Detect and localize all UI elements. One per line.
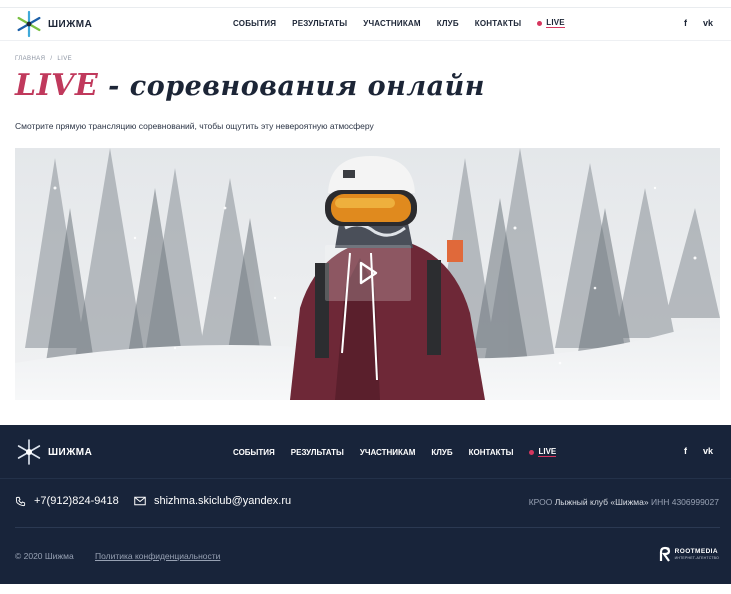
vk-icon[interactable]: vk [703,446,713,456]
footer-logo-link[interactable]: ШИЖМА [15,438,92,466]
breadcrumb-separator: / [50,56,53,62]
footer-phone: +7(912)824-9418 [34,495,119,507]
snowflake-logo-icon [17,10,41,38]
footer-email-link[interactable]: shizhma.skiclub@yandex.ru [134,495,291,507]
footer-nav-item-club[interactable]: КЛУБ [431,448,452,457]
rootmedia-logo-icon [659,546,670,562]
org-prefix: КРОО [528,497,555,507]
live-dot-icon [529,449,535,455]
breadcrumb: ГЛАВНАЯ / LIVE [15,56,72,62]
org-details: КРОО Лыжный клуб «Шижма» ИНН 4306999027 [529,497,719,507]
header-socials: f vk [668,18,713,28]
phone-icon [15,496,26,506]
footer-phone-link[interactable]: +7(912)824-9418 [15,495,119,507]
nav-item-events[interactable]: СОБЫТИЯ [233,19,276,28]
developer-name: ROOTMEDIA [674,548,718,555]
footer-nav-item-contacts[interactable]: КОНТАКТЫ [469,448,514,457]
developer-subtitle: ИНТЕРНЕТ-АГЕНТСТВО [674,556,719,560]
top-spacer [0,0,731,7]
nav-item-contacts[interactable]: КОНТАКТЫ [475,19,521,28]
footer-logo-text: ШИЖМА [48,446,93,458]
play-icon [359,261,378,285]
footer-divider-top [0,478,731,479]
logo-link[interactable]: ШИЖМА [15,10,92,38]
footer-divider [15,527,720,528]
breadcrumb-home[interactable]: ГЛАВНАЯ [15,56,45,62]
facebook-icon[interactable]: f [684,446,687,456]
footer-nav-item-results[interactable]: РЕЗУЛЬТАТЫ [291,448,344,457]
snowflake-logo-icon [17,439,41,465]
play-button[interactable] [325,245,411,301]
nav-live-label: LIVE [546,18,565,28]
video-player[interactable] [15,148,720,400]
footer-nav-item-live[interactable]: LIVE [529,447,557,457]
site-header: ШИЖМА СОБЫТИЯ РЕЗУЛЬТАТЫ УЧАСТНИКАМ КЛУБ… [0,7,731,41]
privacy-policy-link[interactable]: Политика конфиденциальности [95,551,220,561]
vk-icon[interactable]: vk [703,18,713,28]
nav-item-participants[interactable]: УЧАСТНИКАМ [363,19,421,28]
live-dot-icon [537,20,543,26]
mail-icon [134,496,146,506]
copyright: © 2020 Шижма [15,551,74,561]
main-nav: СОБЫТИЯ РЕЗУЛЬТАТЫ УЧАСТНИКАМ КЛУБ КОНТА… [233,18,565,28]
footer-nav-live-label: LIVE [538,447,557,457]
org-name: Лыжный клуб «Шижма» [554,497,649,507]
footer-email: shizhma.skiclub@yandex.ru [154,495,292,507]
nav-item-club[interactable]: КЛУБ [437,19,459,28]
nav-item-live[interactable]: LIVE [537,18,565,28]
footer-nav: СОБЫТИЯ РЕЗУЛЬТАТЫ УЧАСТНИКАМ КЛУБ КОНТА… [233,447,557,457]
footer-nav-item-participants[interactable]: УЧАСТНИКАМ [360,448,416,457]
footer-nav-item-events[interactable]: СОБЫТИЯ [233,448,275,457]
breadcrumb-current: LIVE [57,56,73,62]
facebook-icon[interactable]: f [684,18,687,28]
nav-item-results[interactable]: РЕЗУЛЬТАТЫ [292,19,347,28]
page-title: LIVE - соревнования онлайн [15,68,485,103]
page-title-accent: LIVE [15,68,99,103]
org-inn: ИНН 4306999027 [648,497,719,507]
page-title-rest: - соревнования онлайн [98,71,485,102]
page-subtitle: Смотрите прямую трансляцию соревнований,… [15,121,374,131]
footer-socials: f vk [668,446,713,456]
logo-text: ШИЖМА [48,18,93,30]
site-footer: ШИЖМА СОБЫТИЯ РЕЗУЛЬТАТЫ УЧАСТНИКАМ КЛУБ… [0,425,731,584]
developer-logo-link[interactable]: ROOTMEDIA ИНТЕРНЕТ-АГЕНТСТВО [658,546,719,562]
